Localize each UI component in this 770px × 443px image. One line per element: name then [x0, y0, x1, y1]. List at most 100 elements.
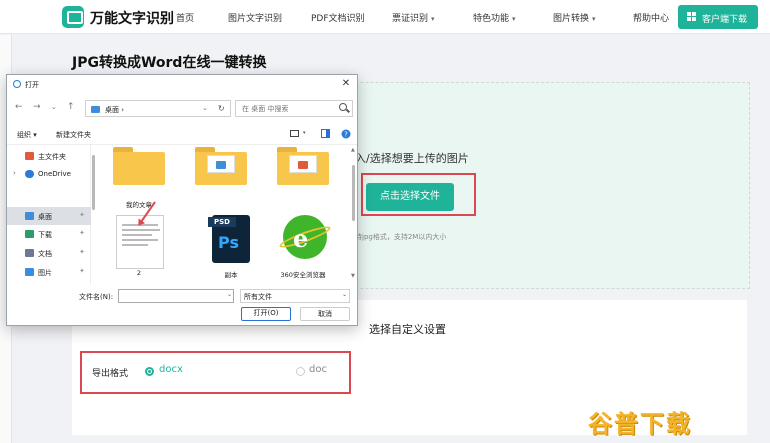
address-row: ← → ⌄ ↑ 桌面 › ⌄ ↻ — [7, 97, 357, 119]
scroll-thumb[interactable] — [352, 165, 355, 221]
nav-item-help[interactable]: 帮助中心 — [633, 11, 669, 24]
svg-text:?: ? — [344, 131, 348, 139]
file-item-label: 2 — [136, 269, 142, 277]
document-icon — [25, 249, 34, 257]
files-scrollbar[interactable]: ▲ ▼ — [351, 147, 357, 281]
photoshop-file-icon: PSD Ps — [208, 215, 250, 263]
filename-row: 文件名(N): ⌄ 所有文件 ⌄ — [7, 287, 357, 305]
sidebar-item-home[interactable]: 主文件夹 — [7, 147, 91, 165]
file-item-label: 副本 — [224, 271, 238, 279]
dialog-title: 打开 — [25, 81, 39, 89]
folder-icon — [277, 147, 329, 185]
folder-icon — [195, 147, 247, 185]
client-download-button[interactable]: 客户端下载 — [678, 5, 758, 29]
sidebar-item-label: 主文件夹 — [38, 153, 66, 161]
sidebar-item-onedrive[interactable]: › OneDrive — [7, 165, 91, 183]
cancel-button[interactable]: 取消 — [300, 307, 350, 321]
upload-hint: 入/选择想要上传的图片 — [355, 152, 469, 165]
browser-icon: e — [277, 215, 333, 259]
nav-item-pdf-ocr[interactable]: PDF文档识别 — [311, 11, 365, 24]
dialog-toolbar: 组织 ▾ 新建文件夹 ▾ ? — [7, 125, 357, 145]
nav-item-home[interactable]: 首页 — [176, 11, 194, 24]
app-logo-icon[interactable] — [62, 6, 84, 28]
sidebar-item-desktop[interactable]: 桌面 ✦ — [7, 207, 91, 225]
expand-chevron-icon[interactable]: › — [13, 169, 16, 177]
back-arrow-icon[interactable]: ← — [15, 102, 23, 112]
export-format-label: 导出格式 — [92, 369, 129, 379]
help-icon[interactable]: ? — [341, 129, 351, 139]
chevron-down-icon: ⌄ — [342, 291, 348, 298]
address-bar[interactable]: 桌面 › ⌄ ↻ — [85, 100, 231, 117]
file-item-folder-articles[interactable]: 我的文章 — [105, 147, 173, 213]
nav-item-label: 票证识别 — [392, 14, 429, 24]
dialog-titlebar: 打开 ✕ — [7, 75, 357, 93]
nav-item-label: 首页 — [176, 14, 195, 24]
pin-icon: ✦ — [79, 229, 85, 237]
chevron-down-icon: ▾ — [431, 15, 435, 23]
chrome-icon — [13, 80, 21, 88]
filename-input[interactable]: ⌄ — [118, 289, 234, 303]
chevron-down-icon: ▾ — [512, 15, 516, 23]
nav-item-image-convert[interactable]: 图片转换 ▾ — [553, 11, 596, 24]
nav-item-label: PDF文档识别 — [311, 14, 365, 24]
format-option-doc[interactable]: doc — [309, 364, 327, 375]
file-item-psd-copy[interactable]: PSD Ps 副本 — [197, 215, 265, 281]
nav-item-label: 图片文字识别 — [228, 14, 283, 24]
file-item-360-browser[interactable]: e 360安全浏览器 — [269, 215, 337, 281]
pin-icon: ✦ — [79, 248, 85, 256]
search-field[interactable] — [235, 100, 353, 117]
scroll-up-icon[interactable]: ▲ — [351, 147, 355, 153]
sidebar-item-pictures[interactable]: 图片 ✦ — [7, 263, 91, 281]
picture-icon — [25, 268, 34, 276]
file-item-folder-3[interactable] — [269, 147, 337, 213]
format-option-docx[interactable]: docx — [159, 364, 183, 375]
pin-icon: ✦ — [79, 267, 85, 275]
desktop-folder-icon — [91, 106, 100, 113]
download-icon — [25, 230, 34, 238]
radio-docx[interactable] — [145, 367, 154, 376]
nav-item-image-ocr[interactable]: 图片文字识别 — [228, 11, 282, 24]
nav-item-label: 图片转换 — [553, 14, 590, 24]
search-input[interactable] — [242, 103, 330, 115]
sidebar-scrollbar[interactable] — [92, 155, 95, 210]
upload-format-note: 持jpg格式，支持2M以内大小 — [355, 233, 447, 241]
nav-item-ticket-ocr[interactable]: 票证识别 ▾ — [392, 11, 435, 24]
file-item-label: 360安全浏览器 — [280, 271, 326, 279]
top-navigation: 万能文字识别 首页 图片文字识别 PDF文档识别 票证识别 ▾ 特色功能 ▾ 图片转… — [0, 0, 770, 34]
sidebar-item-label: OneDrive — [38, 170, 71, 178]
open-button[interactable]: 打开(O) — [241, 307, 291, 321]
up-arrow-icon[interactable]: ↑ — [67, 102, 75, 112]
brand-name[interactable]: 万能文字识别 — [90, 8, 174, 28]
view-options-icon[interactable] — [290, 129, 300, 139]
new-folder-button[interactable]: 新建文件夹 — [56, 130, 91, 140]
file-item-folder-2[interactable] — [187, 147, 255, 213]
chevron-down-icon[interactable]: ⌄ — [202, 104, 208, 112]
pin-icon: ✦ — [79, 211, 85, 219]
organize-menu[interactable]: 组织 ▾ — [17, 130, 37, 140]
watermark: 谷普下载 — [588, 410, 692, 438]
search-icon — [339, 103, 347, 111]
folder-icon — [113, 147, 165, 185]
refresh-icon[interactable]: ↻ — [218, 104, 225, 113]
file-item-label: 我的文章 — [126, 201, 152, 209]
radio-doc[interactable] — [296, 367, 305, 376]
file-type-select[interactable]: 所有文件 ⌄ — [240, 289, 350, 303]
nav-item-label: 帮助中心 — [633, 14, 670, 24]
download-button-label: 客户端下载 — [702, 15, 748, 25]
desktop-icon — [25, 212, 34, 220]
scroll-down-icon[interactable]: ▼ — [351, 273, 355, 279]
sidebar-item-documents[interactable]: 文档 ✦ — [7, 244, 91, 262]
highlight-box-upload — [361, 173, 476, 216]
windows-icon — [687, 12, 697, 22]
forward-arrow-icon[interactable]: → — [33, 102, 41, 112]
sidebar-item-downloads[interactable]: 下载 ✦ — [7, 225, 91, 243]
close-icon[interactable]: ✕ — [339, 78, 353, 90]
home-icon — [25, 152, 34, 160]
chevron-down-icon[interactable]: ⌄ — [51, 103, 57, 111]
preview-pane-icon[interactable] — [321, 129, 331, 139]
chevron-down-icon[interactable]: ⌄ — [227, 291, 232, 298]
nav-item-features[interactable]: 特色功能 ▾ — [473, 11, 516, 24]
cloud-icon — [25, 170, 34, 178]
chevron-down-icon[interactable]: ▾ — [303, 130, 313, 140]
sidebar-item-label: 桌面 — [38, 213, 52, 221]
